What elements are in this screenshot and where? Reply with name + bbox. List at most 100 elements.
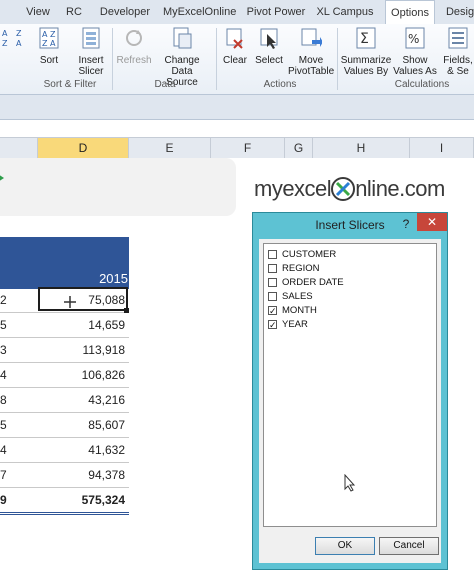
myexcelonline-logo: myexcel nline.com: [254, 176, 445, 202]
slicer-field-list[interactable]: CUSTOMER REGION ORDER DATE SALES ✓ MONTH …: [263, 243, 437, 527]
table-row[interactable]: 7 94,378: [0, 463, 129, 488]
table-row[interactable]: 4 106,826: [0, 363, 129, 388]
pivot-table-header[interactable]: 2015: [0, 237, 129, 289]
field-order-date[interactable]: ORDER DATE: [268, 276, 344, 290]
table-row[interactable]: 5 85,607: [0, 413, 129, 438]
field-label: ORDER DATE: [282, 277, 344, 288]
tab-myexcelonline[interactable]: MyExcelOnline: [163, 0, 236, 24]
table-row[interactable]: 5 14,659: [0, 313, 129, 338]
sort-az-icon: AZ: [2, 29, 8, 48]
tab-xl-campus[interactable]: XL Campus: [316, 0, 374, 24]
ribbon-separator: [216, 28, 217, 90]
tab-design[interactable]: Desig: [444, 0, 474, 24]
move-pivottable-label-1: Move: [298, 55, 324, 66]
field-region[interactable]: REGION: [268, 262, 320, 276]
sort-az-button[interactable]: AZ: [2, 26, 16, 53]
field-year[interactable]: ✓ YEAR: [268, 318, 308, 332]
tab-pivot-power[interactable]: Pivot Power: [245, 0, 307, 24]
field-label: YEAR: [282, 319, 308, 330]
tab-options[interactable]: Options: [385, 0, 435, 26]
svg-text:A Z: A Z: [42, 30, 56, 39]
close-button[interactable]: ✕: [417, 213, 447, 231]
year-column-header: 2015: [99, 271, 128, 286]
move-pivottable-label-2: PivotTable: [288, 66, 335, 77]
sort-icon: A ZZ A: [39, 27, 59, 49]
checkbox[interactable]: [268, 278, 277, 287]
row-value: 113,918: [82, 343, 126, 357]
summarize-values-by-button[interactable]: Σ Summarize Values By: [340, 26, 392, 77]
column-header-d[interactable]: D: [38, 138, 129, 158]
checkbox-checked[interactable]: ✓: [268, 306, 277, 316]
move-cursor-icon: [64, 296, 76, 308]
svg-text:Z: Z: [2, 39, 8, 48]
help-button[interactable]: ?: [399, 216, 413, 232]
checkbox-checked[interactable]: ✓: [268, 320, 277, 330]
total-value: 575,324: [81, 493, 125, 507]
cancel-button[interactable]: Cancel: [379, 537, 439, 555]
field-sales[interactable]: SALES: [268, 290, 313, 304]
field-label: CUSTOMER: [282, 249, 337, 260]
column-header-h[interactable]: H: [313, 138, 410, 158]
row-label: 7: [0, 468, 7, 482]
table-row[interactable]: 3 113,918: [0, 338, 129, 363]
change-data-source-label-1: Change Data: [164, 55, 200, 77]
clear-icon: [226, 28, 243, 49]
checkbox[interactable]: [268, 250, 277, 259]
svg-text:%: %: [408, 32, 419, 46]
row-label: 4: [0, 368, 7, 382]
move-pivottable-icon: [301, 28, 323, 47]
rounded-shape[interactable]: [0, 158, 236, 216]
move-pivottable-button[interactable]: Move PivotTable: [288, 26, 334, 77]
sort-button[interactable]: A ZZ A Sort: [34, 26, 64, 66]
active-cell-border[interactable]: [38, 287, 128, 311]
checkbox[interactable]: [268, 292, 277, 301]
insert-slicer-icon: [82, 27, 100, 49]
clear-button[interactable]: Clear: [220, 26, 250, 66]
checkbox[interactable]: [268, 264, 277, 273]
column-header-g[interactable]: G: [285, 138, 313, 158]
column-header-bar: D E F G H I: [0, 137, 474, 159]
insert-slicer-button[interactable]: Insert Slicer: [72, 26, 110, 77]
fields-items-sets-button[interactable]: Fields, & Se: [442, 26, 474, 77]
table-row[interactable]: 4 41,632: [0, 438, 129, 463]
tab-view[interactable]: View: [24, 0, 52, 24]
summarize-label-2: Values By: [343, 66, 389, 77]
sort-label: Sort: [39, 55, 59, 66]
ok-button[interactable]: OK: [315, 537, 375, 555]
select-button[interactable]: Select: [253, 26, 285, 66]
column-header-f[interactable]: F: [211, 138, 285, 158]
group-label-calculations: Calculations: [394, 79, 450, 90]
show-values-label-1: Show: [402, 55, 428, 66]
column-header-e[interactable]: E: [129, 138, 211, 158]
sort-za-button[interactable]: ZA: [16, 26, 30, 53]
sigma-icon: Σ: [356, 27, 376, 49]
field-customer[interactable]: CUSTOMER: [268, 248, 337, 262]
field-label: MONTH: [282, 305, 317, 316]
show-values-as-button[interactable]: % Show Values As: [393, 26, 437, 77]
select-label: Select: [255, 55, 283, 66]
column-header-i[interactable]: I: [410, 138, 474, 158]
tab-rc[interactable]: RC: [62, 0, 86, 24]
group-label-data: Data: [154, 79, 176, 90]
ribbon-separator: [112, 28, 113, 90]
refresh-button[interactable]: Refresh: [116, 26, 152, 66]
row-value: 106,826: [81, 368, 125, 382]
field-label: REGION: [282, 263, 320, 274]
row-value: 85,607: [88, 418, 125, 432]
grand-total-row[interactable]: 9 575,324: [0, 488, 129, 515]
fields-label-1: Fields,: [443, 55, 473, 66]
column-header-c[interactable]: [0, 138, 38, 158]
total-label: 9: [0, 493, 7, 507]
row-value: 94,378: [88, 468, 125, 482]
shape-arrow-icon: [0, 175, 4, 181]
row-value: 43,216: [88, 393, 125, 407]
fill-handle[interactable]: [124, 308, 129, 313]
change-data-source-icon: [173, 27, 192, 49]
clear-label: Clear: [223, 55, 247, 66]
row-label: 5: [0, 318, 7, 332]
table-row[interactable]: 8 43,216: [0, 388, 129, 413]
ribbon-tab-bar: View RC Developer MyExcelOnline Pivot Po…: [0, 0, 474, 26]
insert-slicers-dialog[interactable]: Insert Slicers ? ✕ CUSTOMER REGION ORDER…: [252, 212, 448, 570]
tab-developer[interactable]: Developer: [96, 0, 154, 24]
field-month[interactable]: ✓ MONTH: [268, 304, 317, 318]
